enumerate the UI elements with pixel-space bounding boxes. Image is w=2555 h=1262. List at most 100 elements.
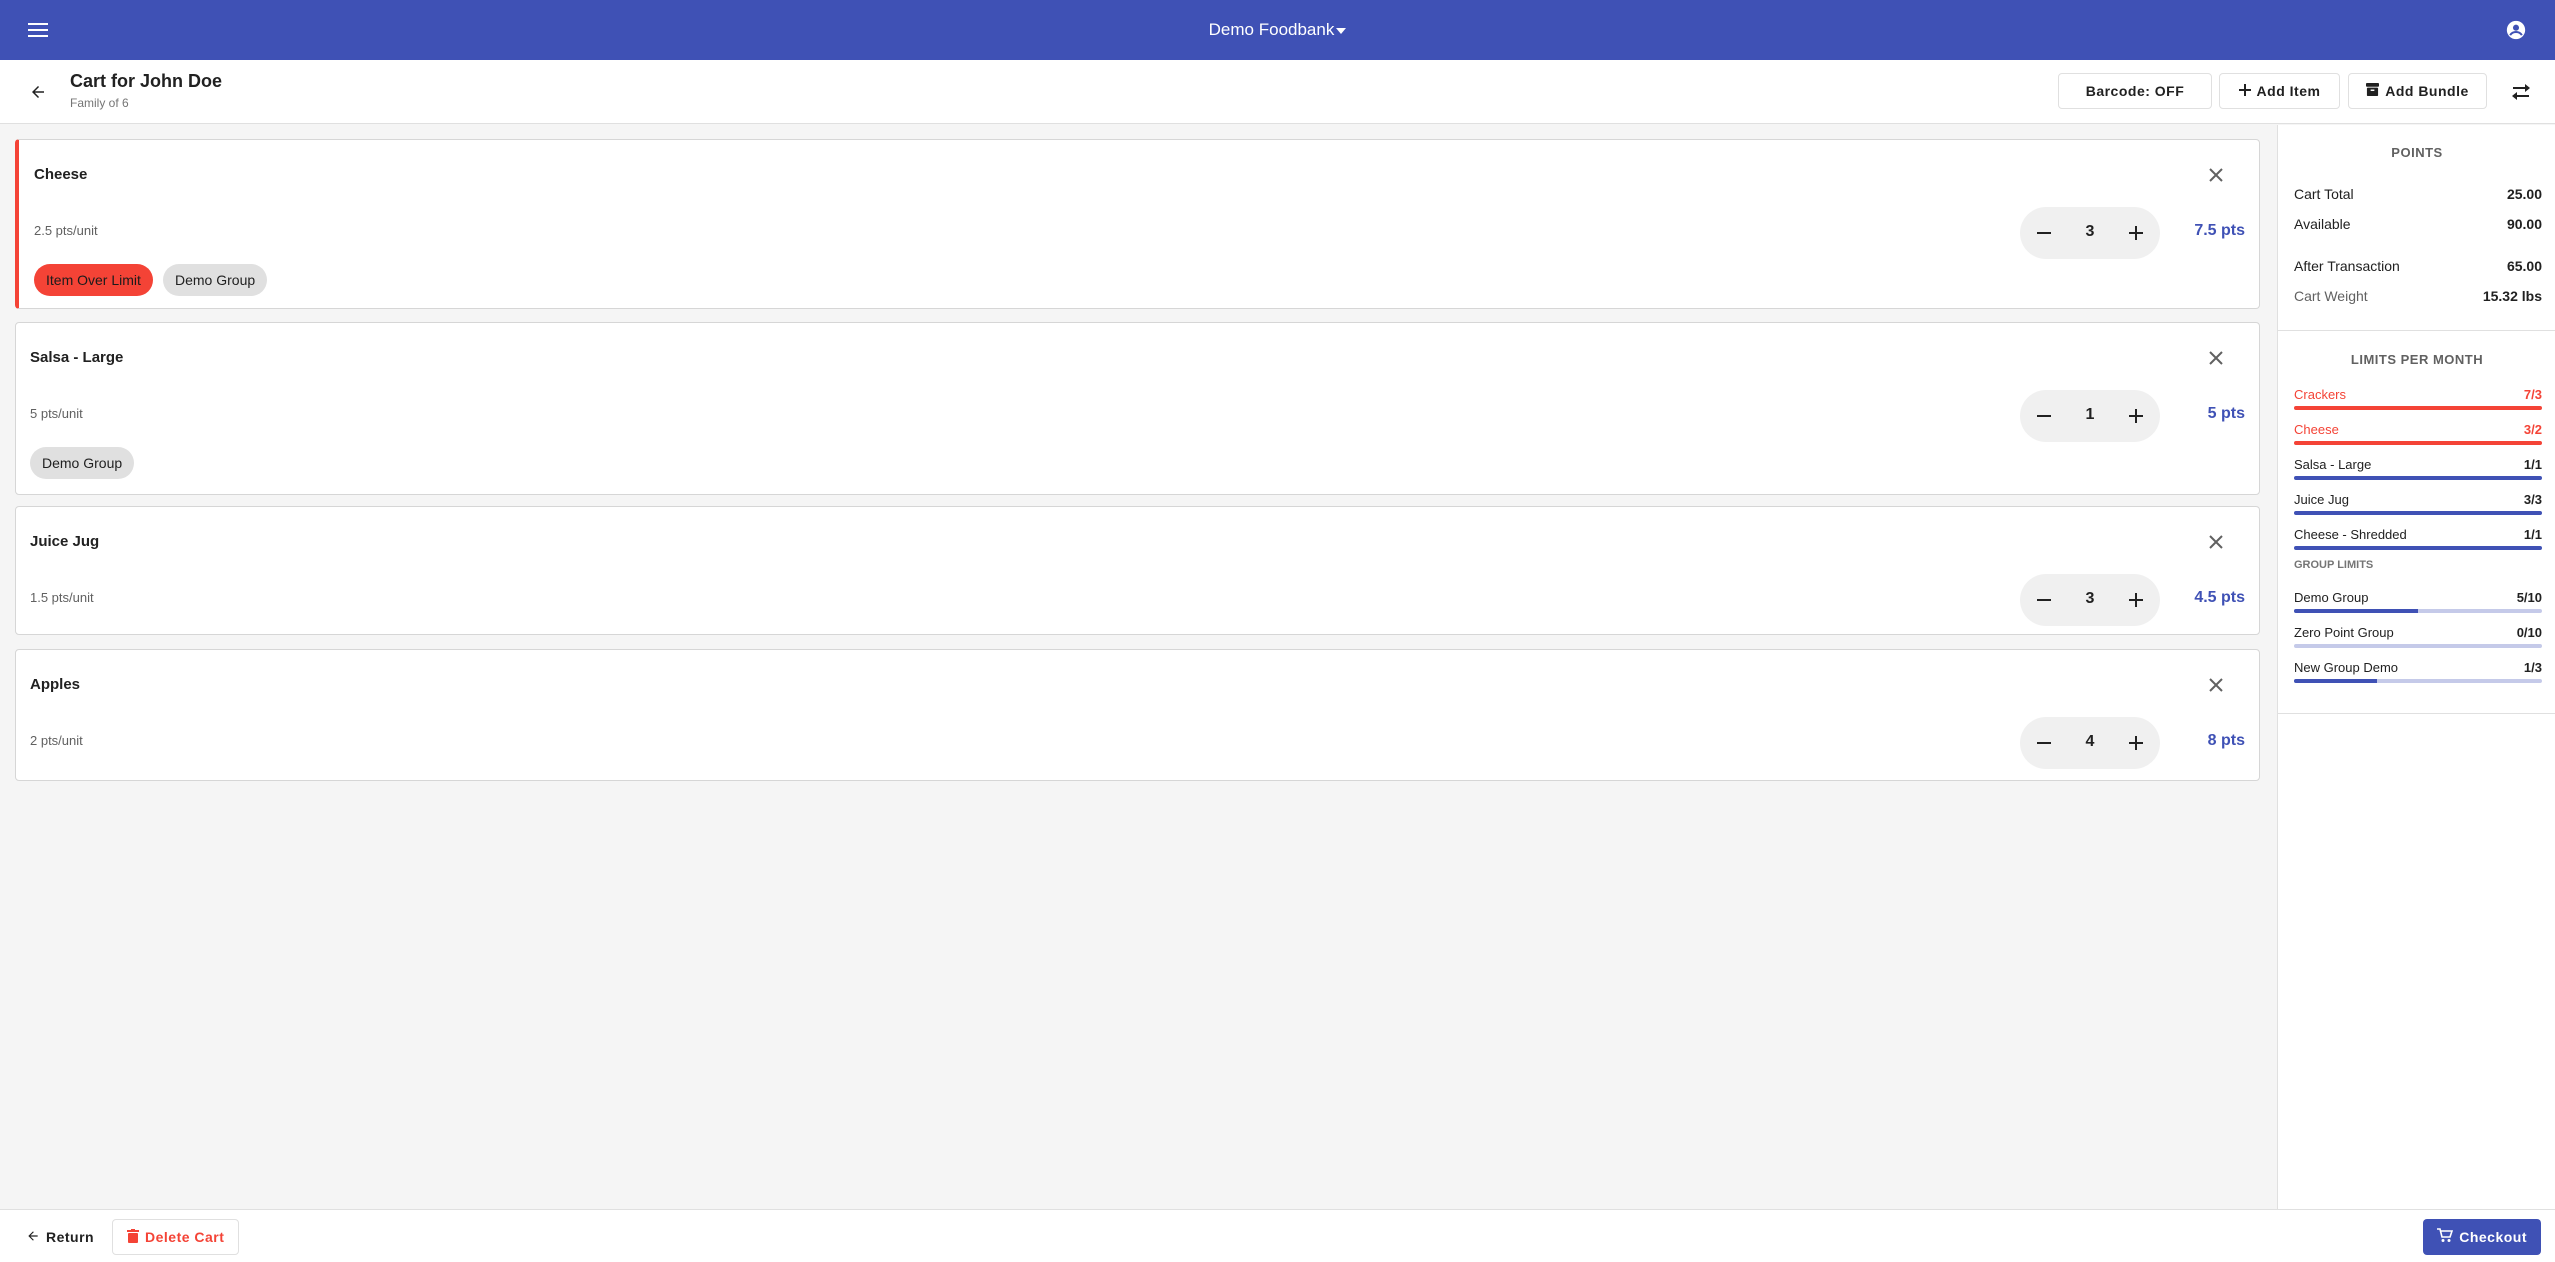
arrow-back-icon [26, 1229, 40, 1246]
limit-row: Cheese - Shredded 1/1 [2294, 527, 2542, 542]
item-points: 5 pts [2207, 405, 2245, 422]
limit-name: Cheese - Shredded [2294, 527, 2407, 542]
close-icon[interactable] [2203, 345, 2229, 371]
quantity-value: 4 [2085, 733, 2095, 750]
account-circle-icon[interactable] [2501, 15, 2531, 45]
add-item-button[interactable]: Add Item [2219, 73, 2340, 109]
minus-icon[interactable] [2032, 731, 2056, 755]
quantity-stepper: 3 [2020, 574, 2160, 626]
add-bundle-button[interactable]: Add Bundle [2348, 73, 2487, 109]
after-transaction-value: 65.00 [2506, 258, 2542, 274]
cart-total-value: 25.00 [2506, 186, 2542, 202]
swap-icon[interactable] [2507, 78, 2535, 106]
limit-value: 5/10 [2516, 590, 2542, 605]
quantity-value: 3 [2085, 590, 2095, 607]
minus-icon[interactable] [2032, 588, 2056, 612]
checkout-button[interactable]: Checkout [2423, 1219, 2541, 1255]
item-points: 7.5 pts [2194, 222, 2245, 239]
limit-value: 3/2 [2523, 422, 2542, 437]
plus-icon[interactable] [2124, 731, 2148, 755]
plus-icon [2238, 83, 2251, 99]
close-icon[interactable] [2203, 672, 2229, 698]
cart-item-apples: Apples 2 pts/unit 4 8 pts [15, 649, 2260, 781]
divider [2278, 713, 2555, 714]
limit-row: Demo Group 5/10 [2294, 590, 2542, 605]
over-limit-chip: Item Over Limit [34, 264, 153, 296]
limit-name: Juice Jug [2294, 492, 2349, 507]
limit-row: Zero Point Group 0/10 [2294, 625, 2542, 640]
cart-weight-row: Cart Weight 15.32 lbs [2294, 288, 2542, 304]
footer-bar: Return Delete Cart Checkout [0, 1209, 2555, 1262]
item-rate: 5 pts/unit [30, 406, 83, 421]
limit-progress-bar [2294, 476, 2542, 480]
return-button[interactable]: Return [20, 1220, 100, 1254]
limit-row: Cheese 3/2 [2294, 422, 2542, 437]
limit-value: 1/3 [2523, 660, 2542, 675]
limit-value: 0/10 [2516, 625, 2542, 640]
limit-name: Salsa - Large [2294, 457, 2372, 472]
menu-icon[interactable] [24, 16, 52, 44]
limit-row: New Group Demo 1/3 [2294, 660, 2542, 675]
limit-row: Crackers 7/3 [2294, 387, 2542, 402]
limit-progress-bar [2294, 546, 2542, 550]
plus-icon[interactable] [2124, 404, 2148, 428]
available-label: Available [2294, 216, 2351, 232]
quantity-value: 1 [2085, 406, 2095, 423]
item-rate: 2.5 pts/unit [34, 223, 98, 238]
cart-weight-label: Cart Weight [2294, 288, 2368, 304]
limit-progress-fill [2294, 546, 2542, 550]
caret-down-icon[interactable] [1336, 21, 1347, 39]
limit-progress-fill [2294, 476, 2542, 480]
limit-value: 1/1 [2523, 457, 2542, 472]
quantity-stepper: 4 [2020, 717, 2160, 769]
item-points: 8 pts [2207, 732, 2245, 749]
plus-icon[interactable] [2124, 221, 2148, 245]
arrow-back-icon[interactable] [24, 78, 52, 106]
limit-progress-fill [2294, 441, 2542, 445]
quantity-stepper: 1 [2020, 390, 2160, 442]
limit-progress-bar [2294, 511, 2542, 515]
checkout-label: Checkout [2459, 1229, 2527, 1245]
limit-value: 3/3 [2523, 492, 2542, 507]
foodbank-selector[interactable]: Demo Foodbank [1209, 20, 1335, 40]
archive-box-icon [2366, 83, 2380, 99]
limit-value: 1/1 [2523, 527, 2542, 542]
limit-progress-bar [2294, 441, 2542, 445]
cart-item-juice-jug: Juice Jug 1.5 pts/unit 3 4.5 pts [15, 506, 2260, 635]
limit-progress-fill [2294, 511, 2542, 515]
family-size: Family of 6 [70, 96, 129, 110]
quantity-stepper: 3 [2020, 207, 2160, 259]
cart-item-list: Cheese 2.5 pts/unit 3 7.5 pts Item Over … [0, 125, 2277, 1209]
limit-name: Zero Point Group [2294, 625, 2394, 640]
group-chip: Demo Group [163, 264, 268, 296]
limit-row: Salsa - Large 1/1 [2294, 457, 2542, 472]
limit-progress-bar [2294, 679, 2542, 683]
cart-weight-value: 15.32 lbs [2482, 288, 2542, 304]
cart-total-row: Cart Total 25.00 [2294, 186, 2542, 202]
delete-cart-button[interactable]: Delete Cart [112, 1219, 240, 1255]
item-name: Cheese [34, 166, 88, 183]
minus-icon[interactable] [2032, 404, 2056, 428]
limit-progress-fill [2294, 679, 2377, 683]
close-icon[interactable] [2203, 162, 2229, 188]
add-item-label: Add Item [2256, 83, 2321, 99]
plus-icon[interactable] [2124, 588, 2148, 612]
limit-row: Juice Jug 3/3 [2294, 492, 2542, 507]
item-name: Apples [30, 676, 81, 693]
minus-icon[interactable] [2032, 221, 2056, 245]
after-transaction-row: After Transaction 65.00 [2294, 258, 2542, 274]
return-label: Return [46, 1229, 95, 1245]
trash-icon [127, 1228, 139, 1246]
available-row: Available 90.00 [2294, 216, 2542, 232]
barcode-toggle-button[interactable]: Barcode: OFF [2058, 73, 2212, 109]
divider [2278, 330, 2555, 331]
summary-panel: POINTS Cart Total 25.00 Available 90.00 … [2277, 125, 2555, 1209]
close-icon[interactable] [2203, 529, 2229, 555]
app-bar: Demo Foodbank [0, 0, 2555, 60]
cart-icon [2437, 1228, 2454, 1246]
item-rate: 2 pts/unit [30, 733, 83, 748]
cart-total-label: Cart Total [2294, 186, 2354, 202]
limit-progress-fill [2294, 609, 2418, 613]
delete-cart-label: Delete Cart [145, 1229, 225, 1245]
limit-name: Cheese [2294, 422, 2339, 437]
